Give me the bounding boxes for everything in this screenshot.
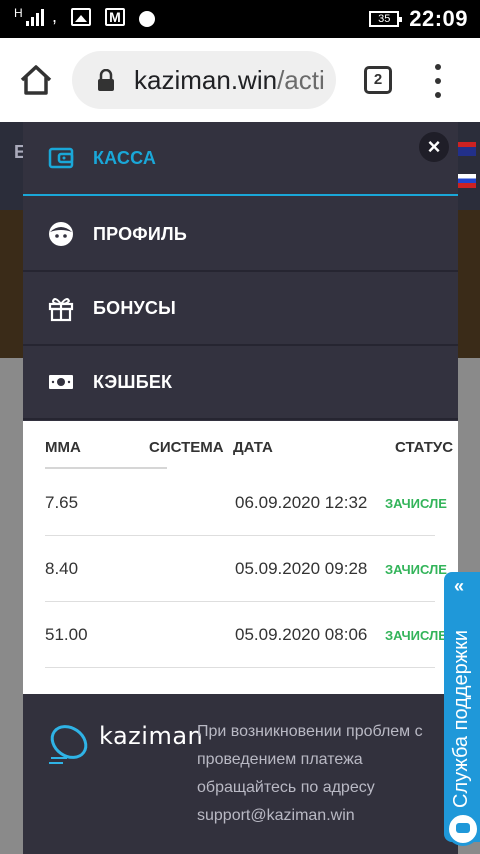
cell-date: 05.09.2020 08:06 xyxy=(235,625,368,644)
menu-item-kassa[interactable]: КАССА xyxy=(23,122,458,196)
cell-status: ЗАЧИСЛЕ xyxy=(385,628,447,643)
help-line: проведением платежа xyxy=(197,751,363,768)
side-menu: КАССА ПРОФИЛЬ БОНУСЫ КЭШБЕК × xyxy=(23,122,458,422)
payment-help-text: При возникновении проблем с проведением … xyxy=(197,718,447,830)
help-line: обращайтесь по адресу xyxy=(197,779,375,796)
url-host: kaziman.win xyxy=(134,65,278,95)
cell-status: ЗАЧИСЛЕ xyxy=(385,562,447,577)
flag-en-icon[interactable] xyxy=(456,142,476,156)
face-icon xyxy=(49,222,73,246)
cell-amount: 7.65 xyxy=(45,493,79,512)
row-divider xyxy=(45,601,435,602)
status-bar: H , M 35 22:09 xyxy=(0,0,480,38)
browser-toolbar: kaziman.win/acti 2 xyxy=(0,38,480,122)
gmail-icon: M xyxy=(105,7,126,26)
support-label: Служба поддержки xyxy=(450,629,472,808)
menu-item-bonuses[interactable]: БОНУСЫ xyxy=(23,272,458,346)
cell-amount: 51.00 xyxy=(45,625,88,644)
flag-ru-icon[interactable] xyxy=(456,174,476,188)
lock-icon xyxy=(98,69,114,91)
column-header-date[interactable]: ДАТА xyxy=(233,439,273,456)
battery-icon: 35 xyxy=(369,11,403,27)
cash-icon xyxy=(49,375,73,389)
column-header-amount[interactable]: ММА xyxy=(45,439,81,456)
logo-ring-icon xyxy=(49,725,88,764)
transactions-table: ММА СИСТЕМА ДАТА СТАТУС 7.65 06.09.2020 … xyxy=(23,421,458,694)
home-icon[interactable] xyxy=(18,62,54,98)
signal-icon xyxy=(26,8,44,26)
tabs-button[interactable]: 2 xyxy=(364,66,392,94)
menu-item-profile[interactable]: ПРОФИЛЬ xyxy=(23,198,458,272)
clock: 22:09 xyxy=(409,6,468,31)
menu-item-label: БОНУСЫ xyxy=(93,297,176,318)
column-header-system[interactable]: СИСТЕМА xyxy=(149,439,224,456)
url-text: kaziman.win/acti xyxy=(134,65,325,96)
menu-item-label: КАССА xyxy=(93,147,157,168)
address-bar[interactable]: kaziman.win/acti xyxy=(72,51,336,109)
cell-date: 06.09.2020 12:32 xyxy=(235,493,368,512)
image-icon xyxy=(71,7,92,26)
close-menu-button[interactable]: × xyxy=(419,132,449,162)
kaziman-logo[interactable]: kaziman xyxy=(47,716,203,768)
menu-item-label: КЭШБЕК xyxy=(93,371,173,392)
chat-icon[interactable] xyxy=(446,812,480,846)
row-divider xyxy=(45,535,435,536)
menu-item-cashback[interactable]: КЭШБЕК xyxy=(23,346,458,420)
bomb-icon xyxy=(139,10,156,27)
header-divider xyxy=(45,467,167,469)
column-header-status[interactable]: СТАТУС xyxy=(395,439,453,456)
footer: kaziman При возникновении проблем с пров… xyxy=(23,694,458,854)
url-path: /acti xyxy=(277,65,325,95)
logo-text: kaziman xyxy=(99,722,204,750)
support-email-link[interactable]: support@kaziman.win xyxy=(197,802,447,830)
cell-amount: 8.40 xyxy=(45,559,79,578)
help-line: При возникновении проблем с xyxy=(197,723,423,740)
cell-date: 05.09.2020 09:28 xyxy=(235,559,368,578)
more-menu-icon[interactable] xyxy=(428,64,448,98)
data-indicator-icon: , xyxy=(52,6,58,26)
cell-status: ЗАЧИСЛЕ xyxy=(385,496,447,511)
gift-icon xyxy=(48,298,74,322)
row-divider xyxy=(45,667,435,668)
wallet-icon xyxy=(48,147,74,169)
network-type: H xyxy=(14,6,23,20)
menu-item-label: ПРОФИЛЬ xyxy=(93,223,187,244)
support-tab[interactable]: « Служба поддержки xyxy=(444,572,480,842)
